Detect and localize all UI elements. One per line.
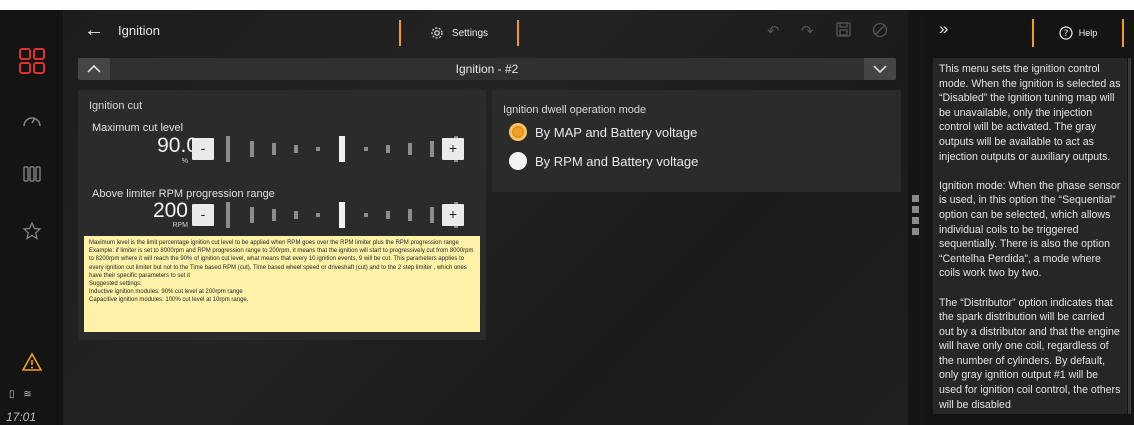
radio-selected-icon[interactable] bbox=[509, 123, 527, 141]
slider-tick bbox=[364, 147, 368, 151]
undo-icon[interactable]: ↶ bbox=[767, 22, 780, 40]
settings-button[interactable]: Settings bbox=[399, 20, 519, 46]
panel-title: Ignition cut bbox=[89, 100, 143, 112]
dwell-option-label: By RPM and Battery voltage bbox=[535, 153, 699, 169]
rpm-range-slider[interactable] bbox=[226, 202, 462, 228]
side-indicators bbox=[912, 195, 919, 239]
slider-tick bbox=[386, 211, 390, 219]
indicator-square bbox=[912, 195, 919, 202]
dashboard-grid-icon[interactable] bbox=[18, 47, 46, 75]
page-title: Ignition bbox=[118, 23, 160, 38]
indicator-square bbox=[912, 217, 919, 224]
rpm-range-increment-button[interactable]: + bbox=[442, 204, 464, 226]
slider-tick bbox=[250, 207, 254, 223]
slider-tick bbox=[316, 213, 320, 217]
slider-thumb[interactable] bbox=[339, 136, 345, 162]
slider-tick bbox=[294, 211, 298, 219]
indicator-square bbox=[912, 206, 919, 213]
gear-icon bbox=[431, 27, 443, 39]
left-rail: ▯ ≋ 17:01 bbox=[0, 10, 64, 425]
clock: 17:01 bbox=[6, 410, 37, 424]
rpm-range-value[interactable]: 200 bbox=[88, 199, 188, 223]
star-icon[interactable] bbox=[18, 217, 46, 245]
svg-text:?: ? bbox=[1063, 29, 1068, 39]
chevron-down-icon[interactable] bbox=[864, 58, 896, 80]
help-label: Help bbox=[1078, 28, 1098, 38]
rpm-range-decrement-button[interactable]: - bbox=[192, 204, 214, 226]
help-button[interactable]: ? Help bbox=[1032, 19, 1124, 47]
dwell-title: Ignition dwell operation mode bbox=[503, 104, 647, 116]
ignition-cut-note: Maximum level is the limit percentage ig… bbox=[84, 236, 480, 332]
double-chevron-right-icon[interactable]: » bbox=[939, 19, 948, 39]
slider-tick bbox=[430, 207, 434, 223]
slider-tick bbox=[294, 145, 298, 153]
max-cut-increment-button[interactable]: + bbox=[442, 138, 464, 160]
gauge-icon[interactable] bbox=[18, 107, 46, 135]
dwell-option-rpm[interactable]: By RPM and Battery voltage bbox=[509, 152, 698, 170]
save-icon[interactable] bbox=[836, 22, 851, 41]
status-indicators: ▯ ≋ bbox=[9, 389, 35, 400]
max-cut-value[interactable]: 90.0 bbox=[98, 134, 198, 158]
slider-thumb[interactable] bbox=[339, 202, 345, 228]
slider-tick bbox=[408, 143, 412, 155]
dwell-mode-panel: Ignition dwell operation mode By MAP and… bbox=[492, 90, 901, 192]
slider-tick bbox=[226, 136, 230, 162]
columns-icon[interactable] bbox=[18, 160, 46, 188]
rpm-range-unit: RPM bbox=[172, 222, 188, 229]
settings-label: Settings bbox=[451, 27, 489, 39]
slider-tick bbox=[316, 147, 320, 151]
slider-tick bbox=[430, 141, 434, 157]
section-title: Ignition - #2 bbox=[110, 58, 864, 80]
warning-icon[interactable] bbox=[18, 348, 46, 376]
help-text[interactable]: This menu sets the ignition control mode… bbox=[933, 58, 1127, 414]
help-scrollbar[interactable] bbox=[1128, 58, 1131, 414]
redo-icon[interactable]: ↷ bbox=[801, 22, 814, 40]
chevron-up-icon[interactable] bbox=[78, 58, 110, 80]
slider-tick bbox=[364, 213, 368, 217]
app-window: ▯ ≋ 17:01 ← Ignition Settings ↶ ↷ Igniti… bbox=[0, 10, 1134, 425]
slider-tick bbox=[408, 209, 412, 221]
radio-unselected-icon[interactable] bbox=[509, 152, 527, 170]
help-circle-icon: ? bbox=[1059, 26, 1073, 40]
slider-tick bbox=[250, 141, 254, 157]
dwell-option-label: By MAP and Battery voltage bbox=[535, 124, 698, 140]
max-cut-slider[interactable] bbox=[226, 136, 462, 162]
max-cut-label: Maximum cut level bbox=[92, 122, 184, 134]
help-panel: » ? Help This menu sets the ignition con… bbox=[925, 10, 1134, 425]
slider-tick bbox=[272, 143, 276, 155]
max-cut-unit: % bbox=[181, 158, 188, 165]
ignition-cut-panel: Ignition cut Maximum cut level 90.0 % - … bbox=[78, 90, 486, 340]
slider-tick bbox=[226, 202, 230, 228]
section-header: Ignition - #2 bbox=[78, 58, 896, 80]
indicator-square bbox=[912, 228, 919, 235]
main-area: ← Ignition Settings ↶ ↷ Ignition - #2 Ig… bbox=[64, 10, 919, 425]
max-cut-decrement-button[interactable]: - bbox=[192, 138, 214, 160]
disable-icon[interactable] bbox=[872, 22, 888, 42]
slider-tick bbox=[272, 209, 276, 221]
slider-tick bbox=[386, 145, 390, 153]
top-bar: ← Ignition Settings ↶ ↷ bbox=[64, 10, 908, 52]
dwell-option-map[interactable]: By MAP and Battery voltage bbox=[509, 123, 697, 141]
back-arrow-icon[interactable]: ← bbox=[84, 19, 104, 42]
